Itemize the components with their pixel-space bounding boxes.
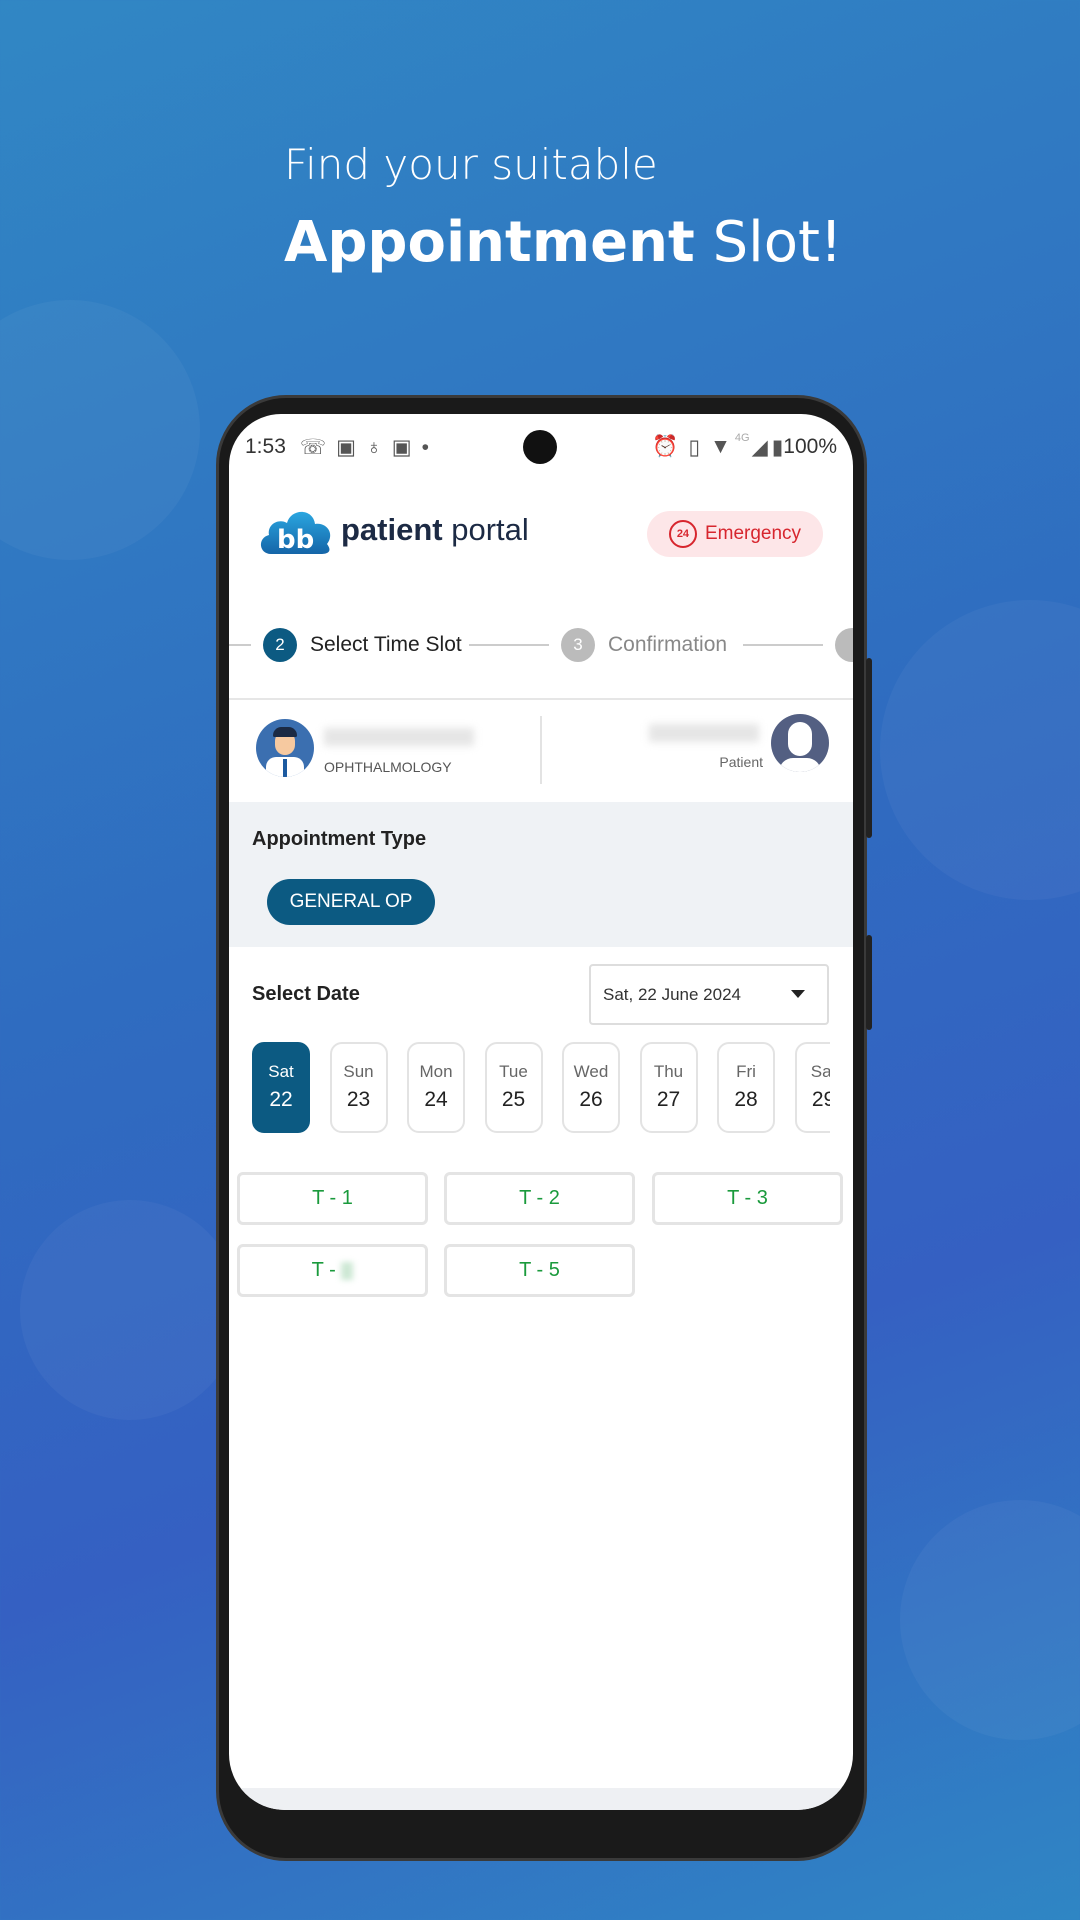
doctor-avatar — [256, 719, 314, 777]
step-2-label[interactable]: Select Time Slot — [310, 633, 462, 657]
status-time: 1:53 — [245, 435, 286, 458]
network-type: 4G — [734, 432, 750, 444]
emergency-button[interactable]: 24 Emergency — [647, 511, 823, 557]
phone-button — [866, 935, 872, 1030]
date-chip[interactable]: Sat 29 — [794, 1042, 830, 1133]
divider — [229, 698, 853, 700]
date-day: Sun — [343, 1062, 374, 1081]
date-chip[interactable]: Sat 22 — [252, 1042, 310, 1133]
emergency-label: Emergency — [704, 523, 802, 544]
headline-bold: Appointment — [284, 210, 695, 275]
date-dropdown[interactable]: Sat, 22 June 2024 — [589, 964, 829, 1025]
date-number: 28 — [734, 1088, 758, 1111]
step-connector — [743, 644, 823, 646]
date-chip[interactable]: Sun 23 — [329, 1042, 388, 1133]
bottom-bar — [229, 1788, 853, 1810]
date-chip[interactable]: Thu 27 — [639, 1042, 698, 1133]
time-slot-label: T - 3 — [727, 1187, 768, 1209]
time-slot-label: T - — [311, 1259, 342, 1281]
blurred-slot-number — [341, 1261, 354, 1280]
logo-text-bold: patient — [341, 512, 443, 547]
cloud-logo-icon: bb — [260, 511, 331, 555]
time-slot-button[interactable]: T - 5 — [444, 1244, 635, 1297]
date-day: Tue — [499, 1062, 528, 1081]
date-number: 29 — [811, 1088, 830, 1111]
step-connector — [229, 644, 251, 646]
app-screen: 1:53 ☏▣♁▣• ⏰ ▯ ▼ 4G ◢ ▮ 100% bb patient … — [229, 414, 853, 1810]
date-day: Sat — [810, 1062, 830, 1081]
divider — [540, 716, 542, 784]
date-day: Sat — [268, 1062, 294, 1081]
appointment-type-section — [229, 802, 853, 947]
battery-level: 100% — [783, 435, 837, 458]
date-day: Wed — [573, 1062, 609, 1081]
logo-text-light: portal — [442, 512, 529, 547]
vibrate-icon: ▯ — [688, 435, 701, 459]
time-slot-button[interactable]: T - 3 — [652, 1172, 843, 1225]
headline-rest: Slot! — [694, 210, 843, 275]
date-number: 22 — [269, 1088, 293, 1111]
headline-line2: Appointment Slot! — [284, 210, 842, 275]
date-chip[interactable]: Fri 28 — [717, 1042, 775, 1133]
step-3-label[interactable]: Confirmation — [608, 633, 727, 657]
step-4-circle[interactable] — [835, 628, 853, 662]
date-chip[interactable]: Mon 24 — [407, 1042, 465, 1133]
emergency-phone-icon: 24 — [668, 520, 697, 548]
signal-icon: ◢ — [751, 435, 768, 459]
date-number: 27 — [656, 1088, 681, 1111]
date-number: 26 — [579, 1088, 603, 1111]
step-2-circle[interactable]: 2 — [263, 628, 297, 662]
date-number: 23 — [346, 1088, 371, 1111]
date-day: Mon — [419, 1062, 453, 1081]
time-slot-label: T - 5 — [519, 1259, 560, 1281]
appointment-type-general-op[interactable]: GENERAL OP — [267, 879, 435, 925]
app-logo: bb patient portal — [257, 504, 529, 556]
date-dropdown-value: Sat, 22 June 2024 — [603, 984, 742, 1004]
alarm-icon: ⏰ — [652, 435, 679, 458]
svg-text:bb: bb — [277, 525, 314, 555]
wifi-icon: ▼ — [710, 435, 731, 458]
date-chip[interactable]: Tue 25 — [484, 1042, 543, 1133]
time-slot-button[interactable]: T - 1 — [237, 1172, 428, 1225]
step-3-circle[interactable]: 3 — [561, 628, 595, 662]
step-connector — [469, 644, 549, 646]
time-slot-button[interactable]: T - — [237, 1244, 428, 1297]
time-slot-label: T - 2 — [519, 1187, 560, 1209]
patient-avatar — [771, 714, 829, 772]
time-slot-button[interactable]: T - 2 — [444, 1172, 635, 1225]
doctor-specialty: OPHTHALMOLOGY — [324, 759, 452, 775]
date-day: Fri — [736, 1062, 756, 1081]
date-number: 24 — [424, 1088, 448, 1111]
date-number: 25 — [501, 1088, 526, 1111]
appointment-type-label: Appointment Type — [252, 828, 427, 850]
patient-role: Patient — [719, 754, 763, 770]
phone-button — [866, 658, 872, 838]
camera-cutout — [523, 430, 557, 464]
doctor-name-blurred — [324, 728, 474, 746]
notification-icons: ☏▣♁▣• — [299, 435, 439, 459]
patient-name-blurred — [649, 724, 759, 742]
date-day: Thu — [653, 1062, 684, 1081]
time-slot-label: T - 1 — [312, 1187, 353, 1209]
date-strip[interactable]: Sat 22 Sun 23 Mon 24 Tue 25 Wed 26 Thu 27 Fri 28 Sat 29 — [229, 1034, 830, 1144]
battery-icon: ▮ — [771, 435, 784, 459]
headline-line1: Find your suitable — [284, 140, 658, 189]
select-date-label: Select Date — [252, 983, 360, 1005]
date-chip[interactable]: Wed 26 — [562, 1042, 620, 1133]
caret-down-icon — [791, 990, 805, 998]
